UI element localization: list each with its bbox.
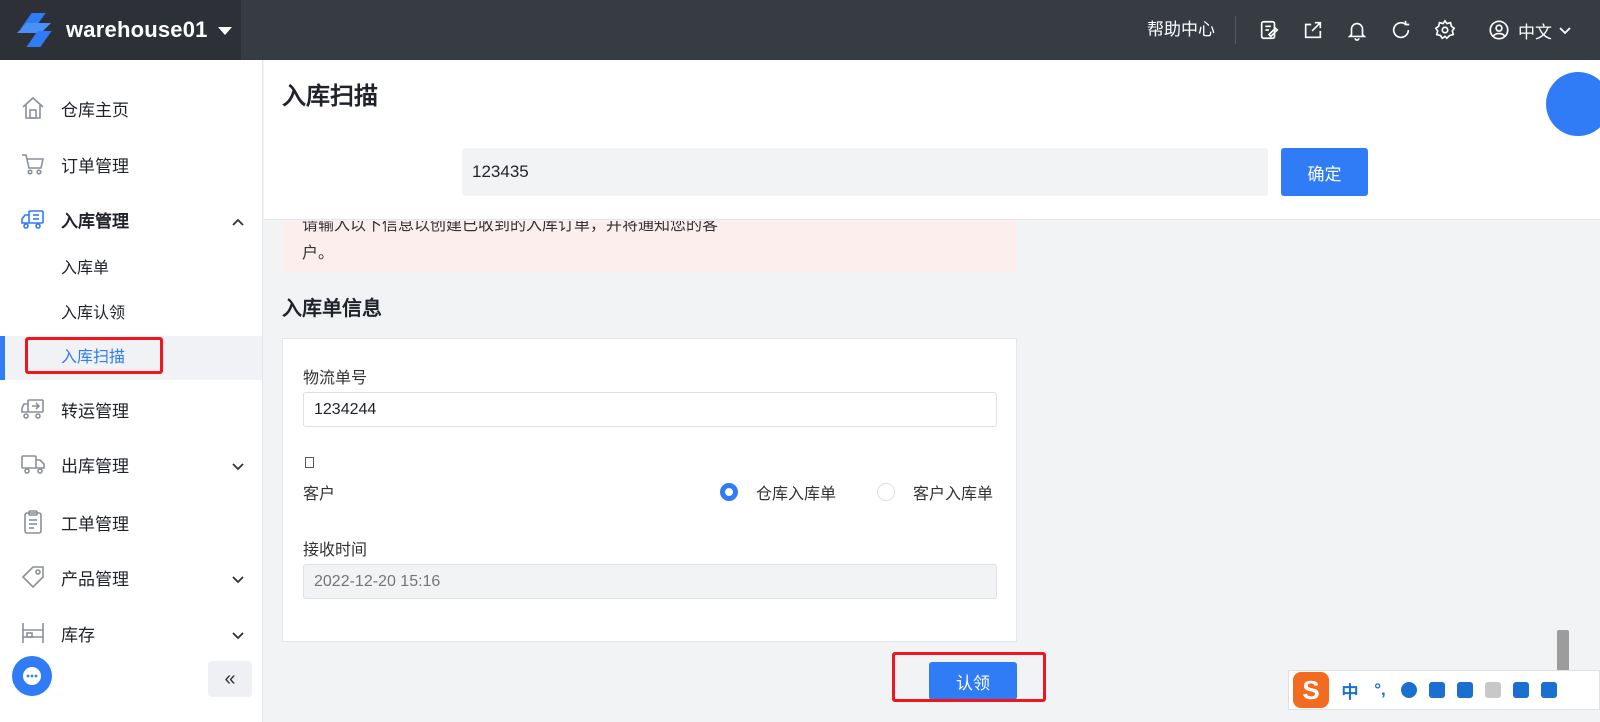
help-center-link[interactable]: 帮助中心 (1147, 16, 1236, 44)
sidebar-item-products[interactable]: 产品管理 (0, 549, 262, 605)
highlight-box-claim (892, 652, 1046, 702)
keyboard-icon[interactable] (1457, 682, 1473, 698)
sidebar-item-label: 入库管理 (61, 211, 129, 231)
refresh-icon[interactable] (1390, 19, 1412, 41)
chevron-down-icon (1559, 27, 1571, 35)
truck-inbound-icon (20, 206, 46, 232)
language-switcher[interactable]: 中文 (1488, 18, 1572, 43)
bell-icon[interactable] (1346, 19, 1368, 41)
warehouse-switcher[interactable]: warehouse01 (0, 0, 241, 60)
emoji-icon[interactable] (1401, 682, 1417, 698)
sidebar-item-label: 出库管理 (61, 456, 129, 476)
sogou-logo-icon[interactable]: S (1293, 672, 1329, 708)
highlight-box-scan (25, 337, 163, 374)
sidebar-item-label: 仓库主页 (61, 100, 129, 120)
sidebar-item-label: 订单管理 (61, 156, 129, 176)
gear-icon[interactable] (1434, 19, 1456, 41)
chevron-up-icon (232, 213, 244, 226)
warehouse-name: warehouse01 (66, 17, 208, 42)
chat-support-button[interactable] (12, 656, 52, 696)
sidebar-item-label: 产品管理 (61, 569, 129, 589)
sidebar-item-transfer[interactable]: 转运管理 (0, 381, 262, 437)
radio-warehouse-inbound[interactable]: 仓库入库单 (720, 480, 836, 504)
sidebar-item-inventory[interactable]: 库存 (0, 605, 262, 661)
top-actions: 帮助中心 中文 (1147, 0, 1600, 60)
section-title: 入库单信息 (282, 298, 382, 320)
toolbox-icon[interactable] (1541, 682, 1557, 698)
alert-text-line1: 请输入以下信息以创建已收到的入库订单，并将通知您的客 (302, 221, 719, 234)
radio-label: 仓库入库单 (756, 486, 837, 503)
clipboard-icon (20, 509, 46, 535)
edit-note-icon[interactable] (1258, 19, 1280, 41)
user-account-icon[interactable] (1485, 682, 1501, 698)
inbound-info-card: 物流单号 客户 仓库入库单 客户入库单 接收时间 (282, 338, 1017, 642)
chat-icon (23, 667, 41, 685)
collapse-sidebar-button[interactable]: « (208, 661, 252, 697)
chevron-down-icon (232, 571, 244, 584)
sidebar-item-label: 库存 (61, 625, 95, 645)
sidebar-item-orders[interactable]: 订单管理 (0, 136, 262, 192)
sidebar-subitem-inbound-order[interactable]: 入库单 (0, 247, 262, 291)
language-label: 中文 (1518, 22, 1552, 42)
placeholder-glyph-icon (305, 457, 314, 468)
page-title: 入库扫描 (282, 83, 378, 110)
skin-icon[interactable] (1513, 682, 1529, 698)
customer-label: 客户 (303, 486, 336, 503)
confirm-button[interactable]: 确定 (1281, 148, 1368, 196)
ime-punct-toggle[interactable]: °, (1371, 680, 1389, 700)
truck-outbound-icon (20, 451, 46, 477)
sidebar-item-inbound[interactable]: 入库管理 (0, 191, 262, 247)
share-icon[interactable] (1302, 19, 1324, 41)
tracking-number-input[interactable] (303, 392, 997, 427)
ime-toolbar: S 中 °, (1288, 670, 1600, 710)
sidebar-item-outbound[interactable]: 出库管理 (0, 436, 262, 492)
sidebar-item-label: 转运管理 (61, 401, 129, 421)
radio-dot (720, 483, 738, 501)
tag-icon (20, 564, 46, 590)
chevron-down-icon (232, 627, 244, 640)
chevron-down-icon (232, 458, 244, 471)
home-icon (20, 95, 46, 121)
user-icon (1489, 20, 1509, 40)
sidebar-item-work-orders[interactable]: 工单管理 (0, 494, 262, 550)
page-header: 入库扫描 确定 (264, 60, 1600, 220)
ime-mode-toggle[interactable]: 中 (1341, 678, 1359, 703)
scan-input[interactable] (462, 148, 1268, 196)
receive-time-input (303, 564, 997, 599)
radio-label: 客户入库单 (913, 486, 994, 503)
sidebar: 仓库主页 订单管理 入库管理 入库单 入库认领 入库扫描 转运管理 出库管理 工… (0, 60, 263, 722)
microphone-icon[interactable] (1429, 682, 1445, 698)
radio-dot (877, 483, 895, 501)
caret-down-icon (217, 27, 232, 35)
sidebar-item-warehouse-home[interactable]: 仓库主页 (0, 80, 262, 136)
alert-text-line2: 户。 (302, 245, 335, 262)
app-logo (17, 13, 52, 47)
top-bar: warehouse01 帮助中心 中文 (0, 0, 1600, 60)
info-alert: 请输入以下信息以创建已收到的入库订单，并将通知您的客 户。 (282, 221, 1016, 272)
tracking-number-label: 物流单号 (303, 370, 368, 387)
shelf-icon (20, 620, 46, 646)
sidebar-subitem-inbound-claim[interactable]: 入库认领 (0, 292, 262, 336)
transfer-icon (20, 396, 46, 422)
cart-icon (20, 151, 46, 177)
radio-customer-inbound[interactable]: 客户入库单 (877, 480, 993, 504)
sidebar-item-label: 工单管理 (61, 514, 129, 534)
receive-time-label: 接收时间 (303, 542, 368, 559)
